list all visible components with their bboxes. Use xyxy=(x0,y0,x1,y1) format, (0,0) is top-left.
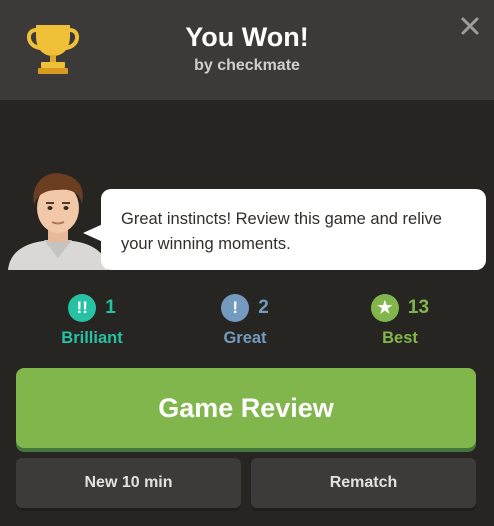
brilliant-label: Brilliant xyxy=(61,329,123,347)
great-icon: ! xyxy=(221,294,250,322)
stat-best: ★ 13 Best xyxy=(340,293,460,353)
stat-great: ! 2 Great xyxy=(185,293,305,353)
great-label: Great xyxy=(223,329,267,347)
coach-message: Great instincts! Review this game and re… xyxy=(121,210,442,253)
stat-brilliant: !! 1 Brilliant xyxy=(32,293,152,353)
modal-subtitle: by checkmate xyxy=(194,57,300,74)
speech-bubble-tail xyxy=(83,224,103,242)
modal-header: You Won! by checkmate xyxy=(0,0,494,100)
speech-bubble: Great instincts! Review this game and re… xyxy=(101,189,486,270)
great-count: 2 xyxy=(258,297,269,318)
best-label: Best xyxy=(382,329,418,347)
coach-avatar xyxy=(8,173,108,270)
brilliant-count: 1 xyxy=(105,297,116,318)
modal-title: You Won! xyxy=(185,22,309,52)
close-icon[interactable] xyxy=(458,14,482,38)
brilliant-icon: !! xyxy=(68,294,97,322)
game-review-button[interactable]: Game Review xyxy=(16,368,476,448)
new-game-button[interactable]: New 10 min xyxy=(16,458,241,508)
star-icon: ★ xyxy=(370,294,399,322)
rematch-button[interactable]: Rematch xyxy=(251,458,476,508)
best-count: 13 xyxy=(407,297,430,318)
game-over-modal: You Won! by checkmate Great instincts! R… xyxy=(0,0,494,526)
